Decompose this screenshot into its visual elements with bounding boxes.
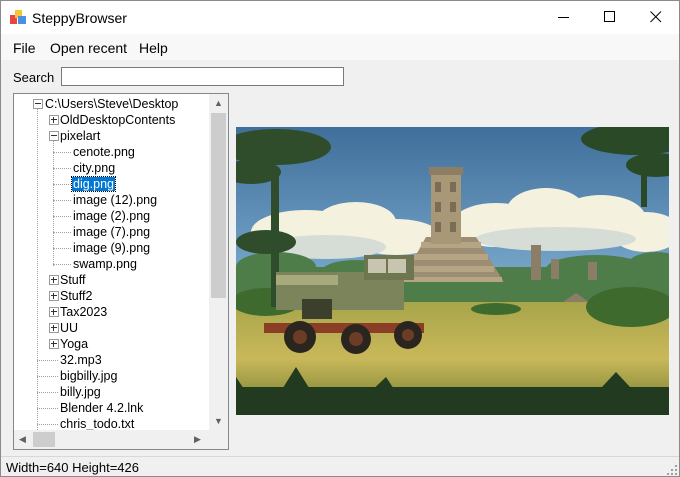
- image-preview: [236, 127, 669, 415]
- tree-line: [37, 392, 58, 393]
- menu-bar: File Open recent Help: [1, 34, 679, 60]
- tree-line: [37, 360, 58, 361]
- close-icon: [650, 11, 662, 23]
- vertical-scrollbar[interactable]: ▲ ▼: [209, 94, 228, 430]
- expand-plus-icon[interactable]: [49, 307, 59, 317]
- tree-node-label: city.png: [73, 161, 116, 175]
- tree-node-label: image (12).png: [73, 193, 158, 207]
- search-label: Search: [13, 70, 55, 85]
- expand-plus-icon[interactable]: [49, 323, 59, 333]
- vertical-scroll-thumb[interactable]: [211, 113, 226, 298]
- tree-node-label: Stuff2: [60, 289, 93, 303]
- horizontal-scroll-thumb[interactable]: [33, 432, 55, 447]
- tree-line: [53, 264, 71, 265]
- tree-node-label: bigbilly.jpg: [60, 369, 118, 383]
- minimize-button[interactable]: [541, 1, 587, 34]
- tree-line: [53, 248, 71, 249]
- tree-node[interactable]: image (7).png: [14, 224, 209, 240]
- search-input[interactable]: [61, 67, 344, 86]
- tree-line: [37, 424, 58, 425]
- scroll-down-arrow-icon[interactable]: ▼: [214, 416, 223, 426]
- tree-node[interactable]: OldDesktopContents: [14, 112, 209, 128]
- tree-node[interactable]: image (9).png: [14, 240, 209, 256]
- tree-line: [53, 232, 71, 233]
- tree-node[interactable]: Tax2023: [14, 304, 209, 320]
- expand-plus-icon[interactable]: [49, 339, 59, 349]
- tree-node[interactable]: image (2).png: [14, 208, 209, 224]
- scroll-right-arrow-icon[interactable]: ▶: [194, 434, 201, 445]
- tree-node-label: dig.png: [70, 176, 117, 192]
- tree-node-label: swamp.png: [73, 257, 137, 271]
- tree-node[interactable]: Stuff: [14, 272, 209, 288]
- tree-node-label: UU: [60, 321, 79, 335]
- status-text: Width=640 Height=426: [6, 460, 139, 475]
- tree-node-label: 32.mp3: [60, 353, 102, 367]
- tree-node-label: pixelart: [60, 129, 101, 143]
- maximize-button[interactable]: [587, 1, 633, 34]
- app-window: SteppyBrowser File Open recent Help Sear…: [0, 0, 680, 477]
- tree-node[interactable]: city.png: [14, 160, 209, 176]
- expand-plus-icon[interactable]: [49, 275, 59, 285]
- tree-node-label: chris_todo.txt: [60, 417, 135, 430]
- menu-file[interactable]: File: [13, 40, 36, 56]
- pixel-art-image: [236, 127, 669, 415]
- tree-line: [53, 216, 71, 217]
- collapse-minus-icon[interactable]: [33, 99, 43, 109]
- tree-node[interactable]: Blender 4.2.lnk: [14, 400, 209, 416]
- menu-open-recent[interactable]: Open recent: [50, 40, 127, 56]
- status-bar: Width=640 Height=426: [1, 456, 679, 476]
- horizontal-scrollbar[interactable]: ◀ ▶: [14, 430, 209, 449]
- scroll-left-arrow-icon[interactable]: ◀: [19, 434, 26, 445]
- expand-plus-icon[interactable]: [49, 291, 59, 301]
- tree-node[interactable]: cenote.png: [14, 144, 209, 160]
- tree-node[interactable]: 32.mp3: [14, 352, 209, 368]
- tree-node[interactable]: image (12).png: [14, 192, 209, 208]
- tree-line: [53, 200, 71, 201]
- tree-node-label: Tax2023: [60, 305, 108, 319]
- tree-node[interactable]: bigbilly.jpg: [14, 368, 209, 384]
- tree-line: [37, 376, 58, 377]
- title-bar[interactable]: SteppyBrowser: [1, 1, 679, 34]
- tree-node[interactable]: billy.jpg: [14, 384, 209, 400]
- tree-node[interactable]: Stuff2: [14, 288, 209, 304]
- tree-node[interactable]: pixelart: [14, 128, 209, 144]
- tree-node[interactable]: C:\Users\Steve\Desktop: [14, 96, 209, 112]
- tree-line: [53, 152, 71, 153]
- tree-node[interactable]: UU: [14, 320, 209, 336]
- tree-node[interactable]: swamp.png: [14, 256, 209, 272]
- maximize-icon: [604, 11, 615, 22]
- window-title: SteppyBrowser: [32, 10, 127, 26]
- close-button[interactable]: [633, 1, 679, 34]
- tree-node-label: Yoga: [60, 337, 89, 351]
- tree-node-label: image (7).png: [73, 225, 151, 239]
- tree-node-label: Stuff: [60, 273, 86, 287]
- tree-node-label: image (2).png: [73, 209, 151, 223]
- resize-grip-icon[interactable]: [667, 465, 677, 475]
- tree-node-label: cenote.png: [73, 145, 135, 159]
- tree-line: [53, 184, 71, 185]
- menu-help[interactable]: Help: [139, 40, 168, 56]
- minimize-icon: [558, 17, 569, 18]
- tree-rows: C:\Users\Steve\Desktop OldDesktopContents…: [14, 94, 209, 430]
- tree-node-label: C:\Users\Steve\Desktop: [45, 97, 179, 111]
- tree-node-label: OldDesktopContents: [60, 113, 176, 127]
- tree-line: [53, 168, 71, 169]
- file-tree[interactable]: C:\Users\Steve\Desktop OldDesktopContents…: [13, 93, 229, 450]
- tree-node[interactable]: dig.png: [14, 176, 209, 192]
- app-icon: [10, 10, 26, 24]
- tree-node-label: billy.jpg: [60, 385, 101, 399]
- tree-node-label: image (9).png: [73, 241, 151, 255]
- collapse-minus-icon[interactable]: [49, 131, 59, 141]
- scroll-up-arrow-icon[interactable]: ▲: [214, 98, 223, 108]
- scrollbar-corner: [209, 430, 228, 449]
- tree-line: [37, 408, 58, 409]
- tree-node-label: Blender 4.2.lnk: [60, 401, 144, 415]
- tree-node[interactable]: Yoga: [14, 336, 209, 352]
- tree-node[interactable]: chris_todo.txt: [14, 416, 209, 430]
- expand-plus-icon[interactable]: [49, 115, 59, 125]
